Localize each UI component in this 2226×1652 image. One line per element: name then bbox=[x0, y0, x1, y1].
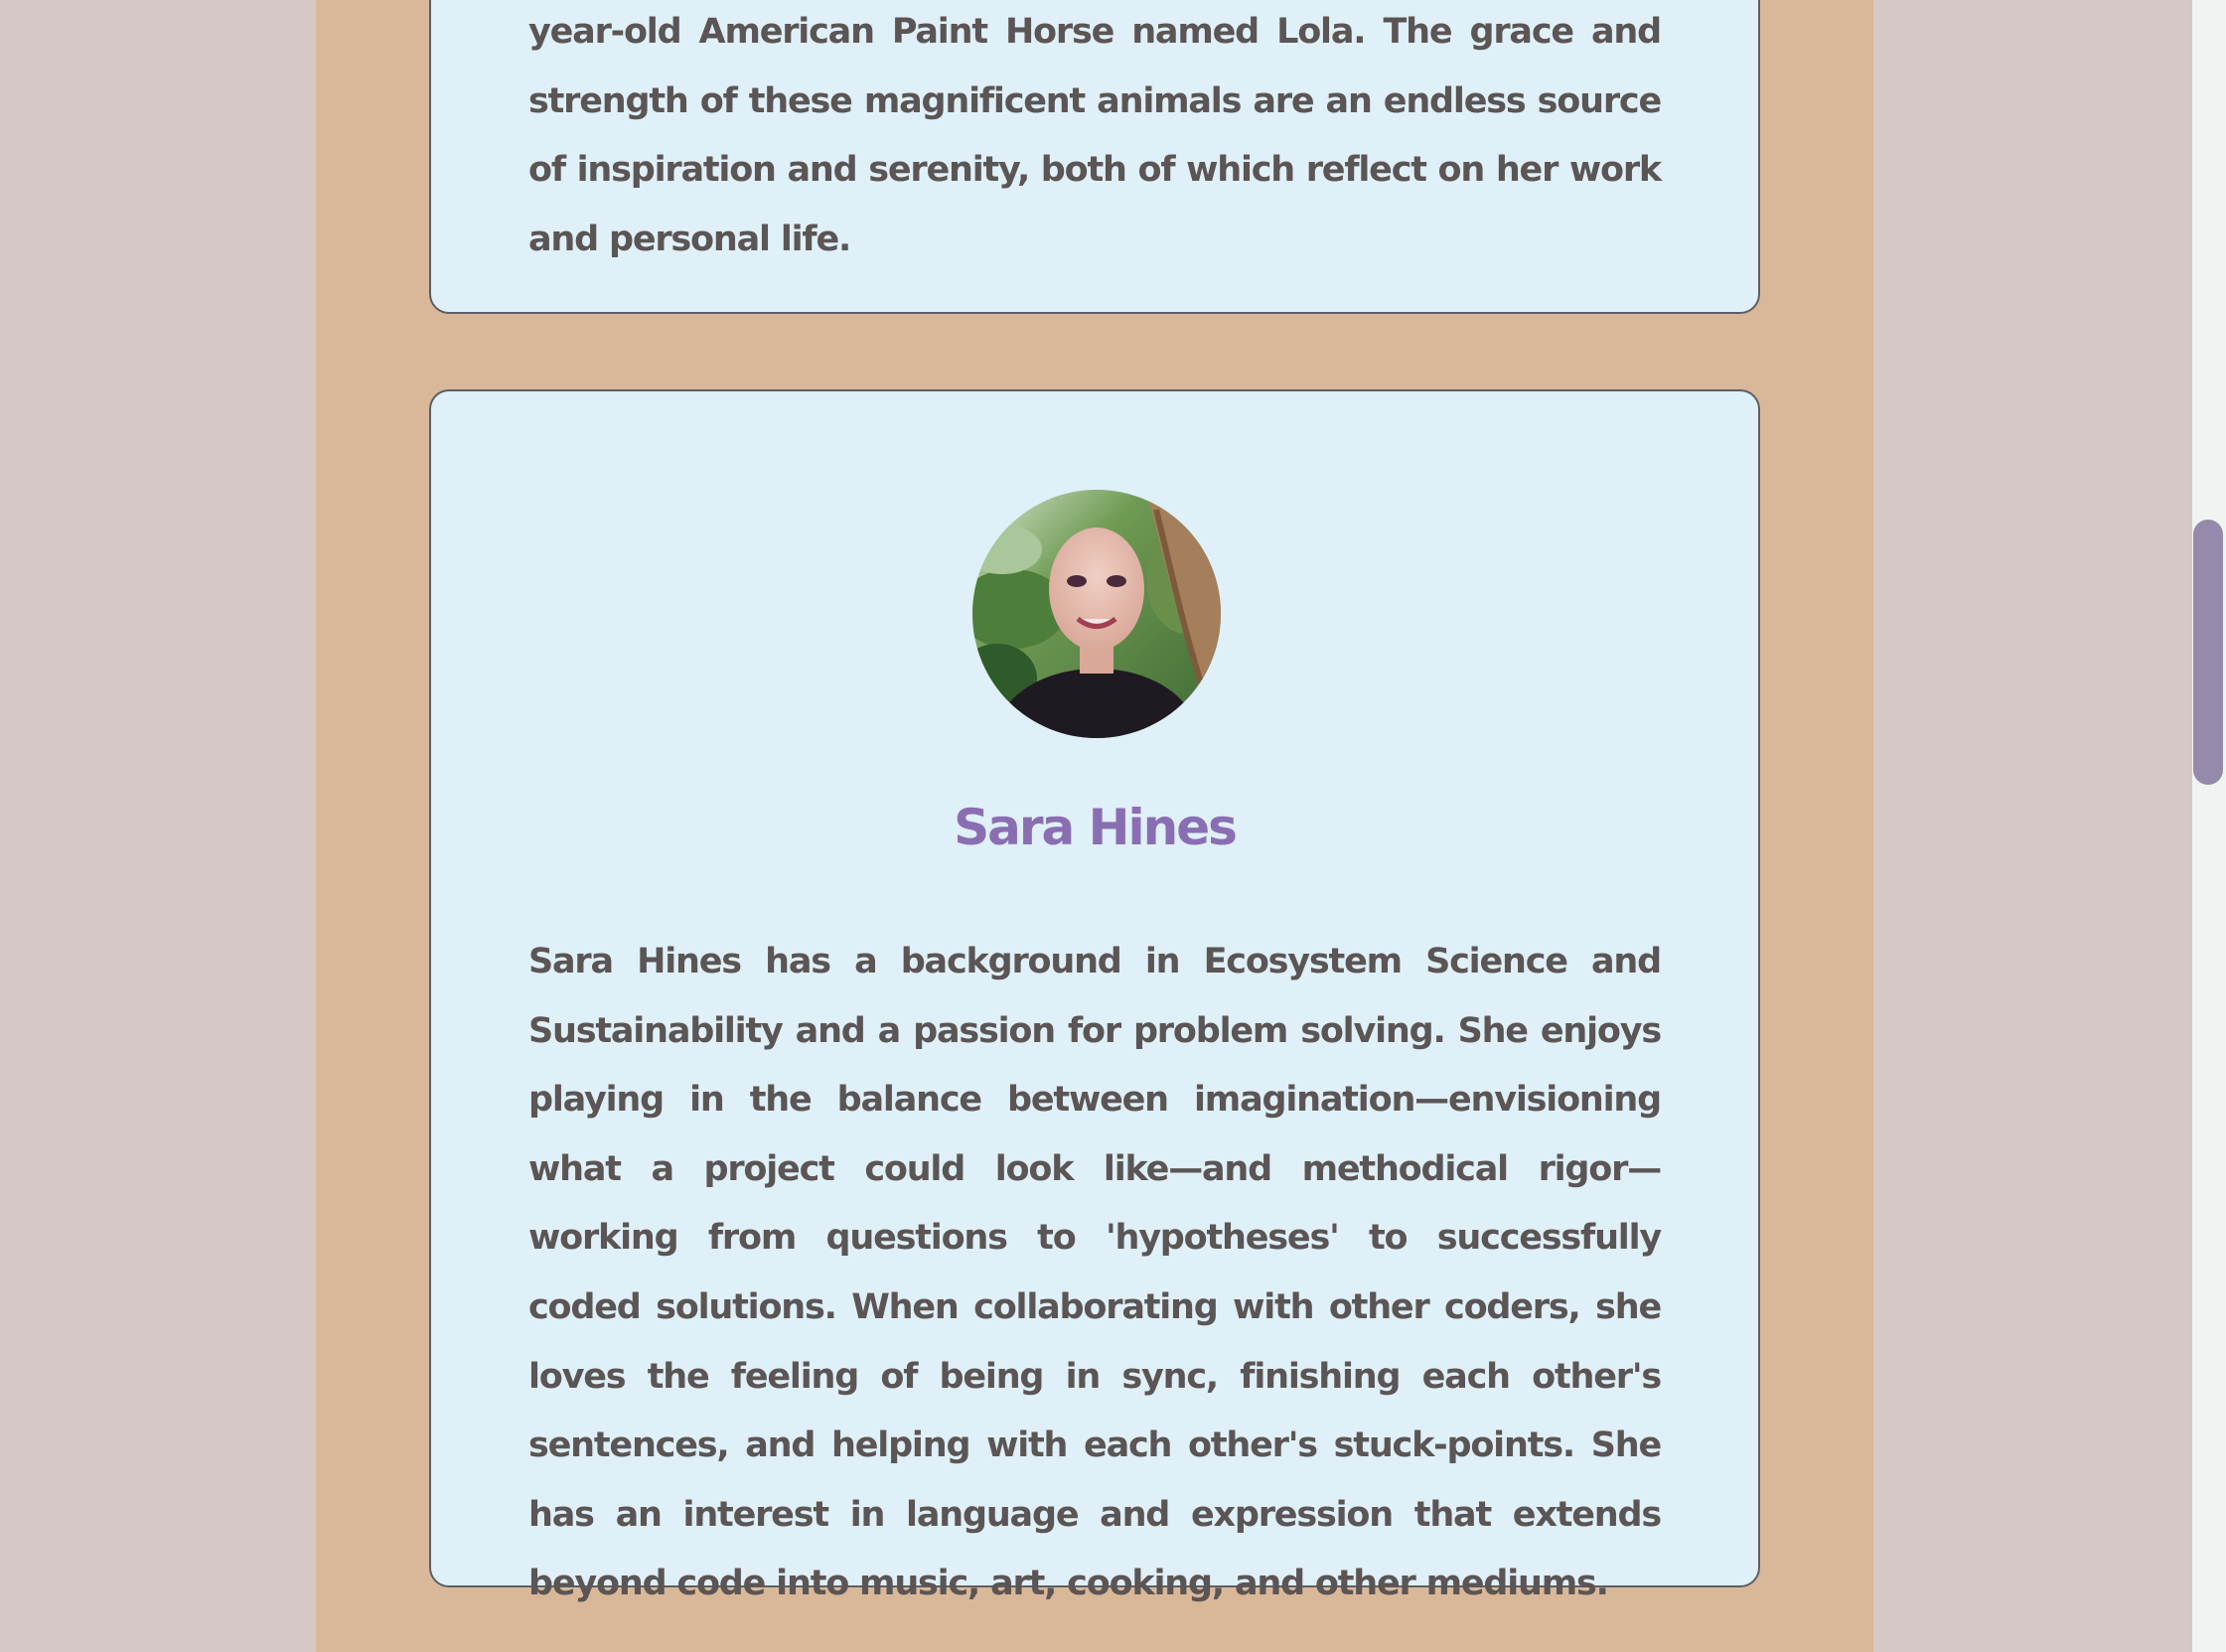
portrait-photo bbox=[972, 490, 1221, 738]
profile-bio: year-old American Paint Horse named Lola… bbox=[528, 12, 1662, 259]
content-column: year-old American Paint Horse named Lola… bbox=[316, 0, 1873, 1652]
profile-name: Sara Hines bbox=[954, 799, 1238, 856]
avatar bbox=[972, 490, 1221, 738]
scrollbar-track[interactable] bbox=[2192, 0, 2226, 1652]
page: year-old American Paint Horse named Lola… bbox=[0, 0, 2226, 1652]
scrollbar-thumb[interactable] bbox=[2193, 520, 2223, 785]
profile-card-sara-hines: Sara Hines Sara Hines has a background i… bbox=[429, 389, 1760, 1603]
profile-bio: Sara Hines has a background in Ecosystem… bbox=[528, 942, 1662, 1604]
profile-card-previous: year-old American Paint Horse named Lola… bbox=[429, 0, 1760, 314]
